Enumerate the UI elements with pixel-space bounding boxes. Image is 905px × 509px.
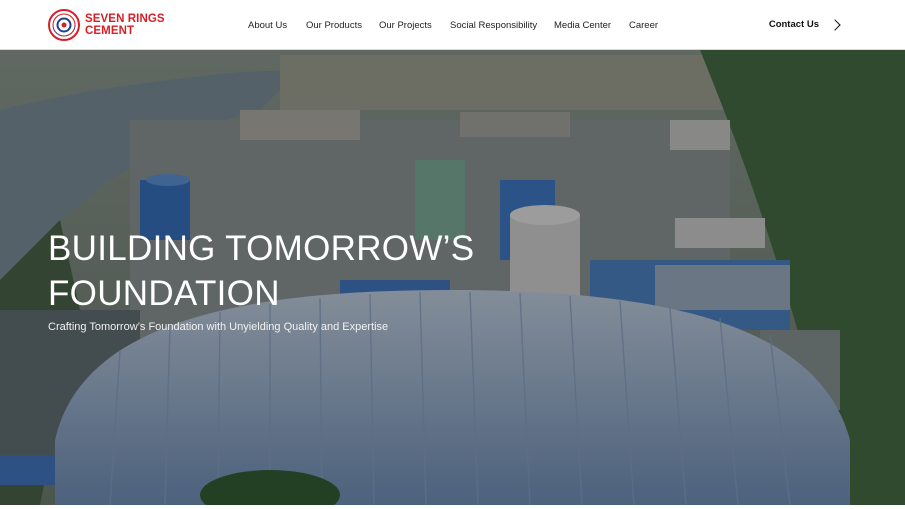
hero-banner: BUILDING TOMORROW’S FOUNDATION Crafting … [0,50,905,505]
chevron-right-icon [829,18,841,31]
brand-name-line1: SEVEN RINGS [85,13,165,25]
nav-our-products[interactable]: Our Products [306,20,362,31]
hero-title-line2: FOUNDATION [48,274,280,313]
seven-rings-logo-icon [48,9,80,41]
hero-title: BUILDING TOMORROW’S FOUNDATION [48,226,474,316]
hero-title-line1: BUILDING TOMORROW’S [48,229,475,268]
site-header: SEVEN RINGS CEMENT About Us Our Products… [0,0,905,50]
nav-our-projects[interactable]: Our Projects [379,20,432,31]
brand-name: SEVEN RINGS CEMENT [85,13,165,37]
contact-us-button[interactable]: Contact Us [768,18,841,31]
brand-logo[interactable]: SEVEN RINGS CEMENT [48,8,165,42]
nav-social-responsibility[interactable]: Social Responsibility [450,20,537,31]
brand-name-line2: CEMENT [85,25,135,37]
contact-us-label: Contact Us [768,19,819,30]
hero-subtitle: Crafting Tomorrow’s Foundation with Unyi… [48,321,389,333]
nav-media-center[interactable]: Media Center [554,20,611,31]
nav-career[interactable]: Career [629,20,658,31]
nav-about-us[interactable]: About Us [248,20,287,31]
page-bottom-edge [0,505,905,509]
